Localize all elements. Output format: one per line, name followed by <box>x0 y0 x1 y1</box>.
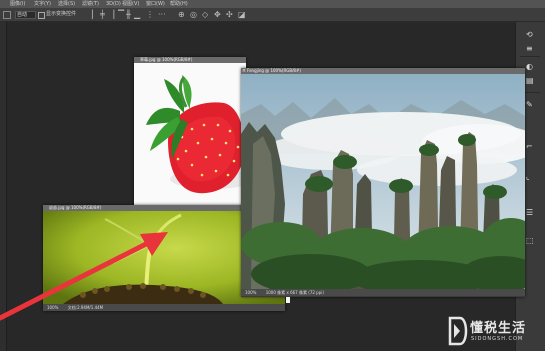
watermark-subtext: SIDONGSH.COM <box>471 336 524 342</box>
watermark: 懂税生活 SIDONGSH.COM <box>448 312 545 351</box>
annotation-arrow <box>0 232 168 321</box>
watermark-text: 懂税生活 <box>470 321 527 336</box>
watermark-logo-icon <box>448 316 468 346</box>
